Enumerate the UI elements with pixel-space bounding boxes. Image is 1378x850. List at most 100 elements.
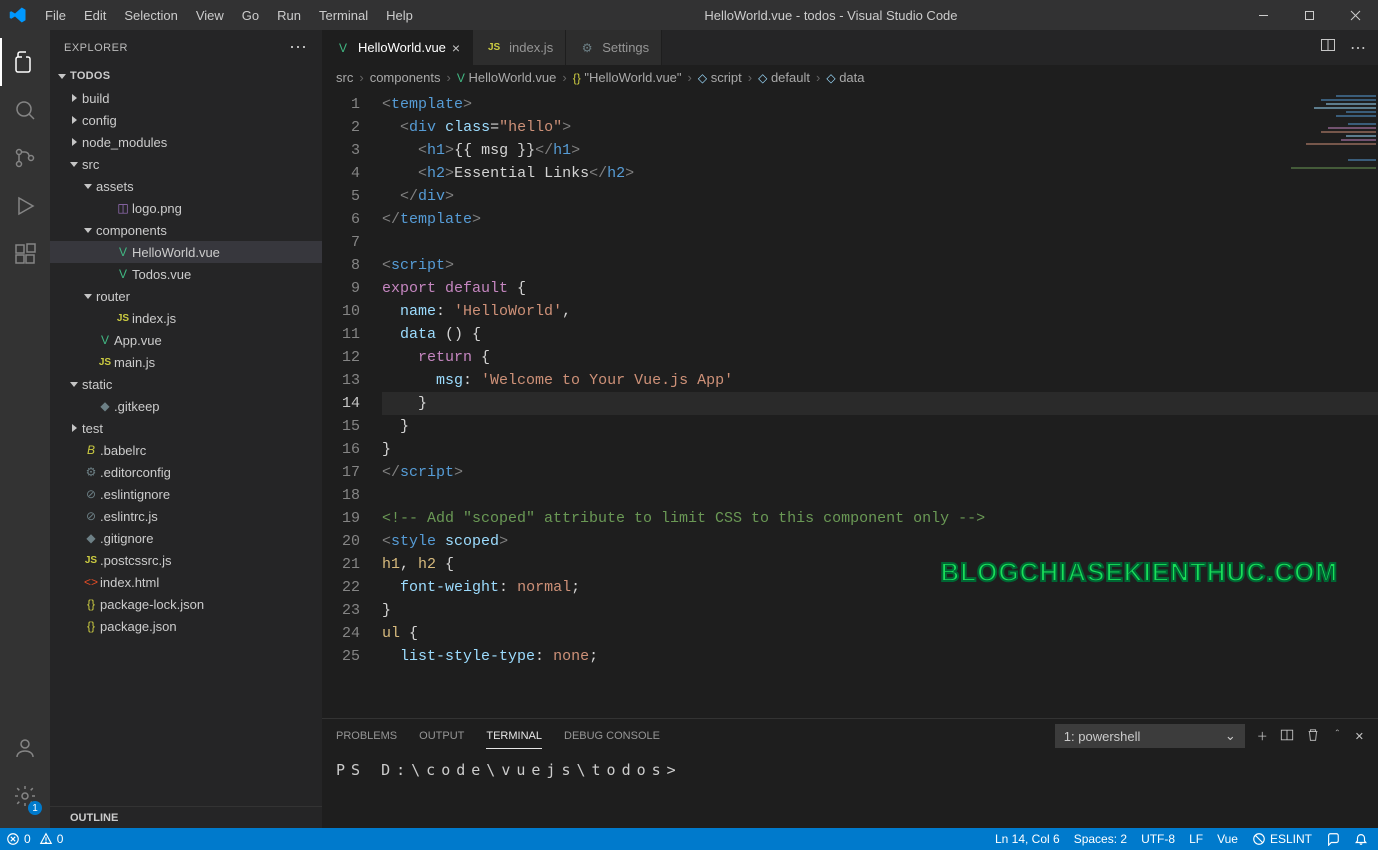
tree-item[interactable]: assets [50, 175, 322, 197]
menu-view[interactable]: View [187, 0, 233, 30]
status-eol[interactable]: LF [1189, 832, 1203, 846]
menu-file[interactable]: File [36, 0, 75, 30]
code-line[interactable]: </template> [382, 208, 1378, 231]
tree-root[interactable]: TODOS [50, 65, 322, 87]
menu-selection[interactable]: Selection [115, 0, 186, 30]
breadcrumbs[interactable]: src›components›V HelloWorld.vue›{} "Hell… [322, 65, 1378, 89]
code-line[interactable]: h1, h2 { [382, 553, 1378, 576]
menu-run[interactable]: Run [268, 0, 310, 30]
code-line[interactable] [382, 484, 1378, 507]
accounts-button[interactable] [0, 724, 50, 772]
tree-item[interactable]: JSmain.js [50, 351, 322, 373]
code-line[interactable]: } [382, 392, 1378, 415]
status-language[interactable]: Vue [1217, 832, 1238, 846]
status-feedback-icon[interactable] [1326, 832, 1340, 846]
editor-tab[interactable]: JSindex.js [473, 30, 566, 65]
tree-item[interactable]: ⊘.eslintignore [50, 483, 322, 505]
code-line[interactable]: <div class="hello"> [382, 116, 1378, 139]
code-editor[interactable]: 1234567891011121314151617181920212223242… [322, 89, 1378, 718]
split-editor-icon[interactable] [1320, 37, 1336, 58]
menu-terminal[interactable]: Terminal [310, 0, 377, 30]
minimap[interactable] [1278, 89, 1378, 718]
search-tab[interactable] [0, 86, 50, 134]
minimize-button[interactable] [1240, 0, 1286, 30]
tree-item[interactable]: ◆.gitignore [50, 527, 322, 549]
new-terminal-icon[interactable]: ＋ [1257, 728, 1268, 744]
code-line[interactable]: } [382, 599, 1378, 622]
panel-tab-output[interactable]: OUTPUT [419, 724, 464, 748]
tree-item[interactable]: {}package.json [50, 615, 322, 637]
sidebar-more-icon[interactable]: ⋯ [289, 37, 308, 58]
more-actions-icon[interactable]: ⋯ [1350, 38, 1366, 58]
extensions-tab[interactable] [0, 230, 50, 278]
code-line[interactable]: list-style-type: none; [382, 645, 1378, 668]
explorer-tab[interactable] [0, 38, 50, 86]
tree-item[interactable]: components [50, 219, 322, 241]
code-line[interactable]: } [382, 415, 1378, 438]
status-eslint[interactable]: ESLINT [1252, 832, 1312, 846]
panel-close-icon[interactable]: ✕ [1355, 730, 1364, 743]
panel-tab-problems[interactable]: PROBLEMS [336, 724, 397, 748]
code-line[interactable]: } [382, 438, 1378, 461]
tree-item[interactable]: VTodos.vue [50, 263, 322, 285]
code-line[interactable]: <template> [382, 93, 1378, 116]
menu-edit[interactable]: Edit [75, 0, 115, 30]
tree-item[interactable]: ◆.gitkeep [50, 395, 322, 417]
tree-item[interactable]: ⊘.eslintrc.js [50, 505, 322, 527]
panel-tab-terminal[interactable]: TERMINAL [486, 724, 542, 749]
run-debug-tab[interactable] [0, 182, 50, 230]
close-button[interactable] [1332, 0, 1378, 30]
code-line[interactable]: <h1>{{ msg }}</h1> [382, 139, 1378, 162]
tree-item[interactable]: static [50, 373, 322, 395]
editor-tab[interactable]: ⚙Settings [566, 30, 662, 65]
maximize-button[interactable] [1286, 0, 1332, 30]
code-line[interactable]: <style scoped> [382, 530, 1378, 553]
code-line[interactable]: ul { [382, 622, 1378, 645]
tree-item[interactable]: VHelloWorld.vue [50, 241, 322, 263]
code-line[interactable] [382, 231, 1378, 254]
breadcrumb-item[interactable]: {} "HelloWorld.vue" [573, 70, 682, 85]
breadcrumb-item[interactable]: V HelloWorld.vue [457, 70, 557, 85]
code-line[interactable]: msg: 'Welcome to Your Vue.js App' [382, 369, 1378, 392]
tab-close-icon[interactable]: × [452, 40, 460, 56]
code-line[interactable]: </script> [382, 461, 1378, 484]
tree-item[interactable]: test [50, 417, 322, 439]
tree-item[interactable]: node_modules [50, 131, 322, 153]
status-warnings[interactable]: 0 [39, 832, 64, 846]
code-area[interactable]: <template> <div class="hello"> <h1>{{ ms… [378, 89, 1378, 718]
code-line[interactable]: <h2>Essential Links</h2> [382, 162, 1378, 185]
status-errors[interactable]: 0 [6, 832, 31, 846]
tree-item[interactable]: JS.postcssrc.js [50, 549, 322, 571]
tree-item[interactable]: src [50, 153, 322, 175]
code-line[interactable]: <!-- Add "scoped" attribute to limit CSS… [382, 507, 1378, 530]
tree-item[interactable]: ⚙.editorconfig [50, 461, 322, 483]
tree-item[interactable]: B.babelrc [50, 439, 322, 461]
source-control-tab[interactable] [0, 134, 50, 182]
outline-section[interactable]: OUTLINE [50, 806, 322, 828]
code-line[interactable]: data () { [382, 323, 1378, 346]
status-line-col[interactable]: Ln 14, Col 6 [995, 832, 1060, 846]
breadcrumb-item[interactable]: ◇ script [698, 70, 742, 85]
panel-tab-debug-console[interactable]: DEBUG CONSOLE [564, 724, 660, 748]
code-line[interactable]: export default { [382, 277, 1378, 300]
tree-item[interactable]: ◫logo.png [50, 197, 322, 219]
breadcrumb-item[interactable]: ◇ default [758, 70, 810, 85]
split-terminal-icon[interactable] [1280, 728, 1294, 745]
code-line[interactable]: </div> [382, 185, 1378, 208]
status-spaces[interactable]: Spaces: 2 [1074, 832, 1127, 846]
tree-item[interactable]: VApp.vue [50, 329, 322, 351]
code-line[interactable]: font-weight: normal; [382, 576, 1378, 599]
menu-help[interactable]: Help [377, 0, 422, 30]
menu-go[interactable]: Go [233, 0, 268, 30]
status-bell-icon[interactable] [1354, 832, 1368, 846]
breadcrumb-item[interactable]: ◇ data [826, 70, 864, 85]
tree-item[interactable]: {}package-lock.json [50, 593, 322, 615]
tree-item[interactable]: router [50, 285, 322, 307]
terminal-body[interactable]: PS D:\code\vuejs\todos> [322, 753, 1378, 828]
tree-item[interactable]: <>index.html [50, 571, 322, 593]
breadcrumb-item[interactable]: components [370, 70, 441, 85]
code-line[interactable]: <script> [382, 254, 1378, 277]
status-encoding[interactable]: UTF-8 [1141, 832, 1175, 846]
settings-gear-button[interactable]: 1 [0, 772, 50, 820]
breadcrumb-item[interactable]: src [336, 70, 353, 85]
